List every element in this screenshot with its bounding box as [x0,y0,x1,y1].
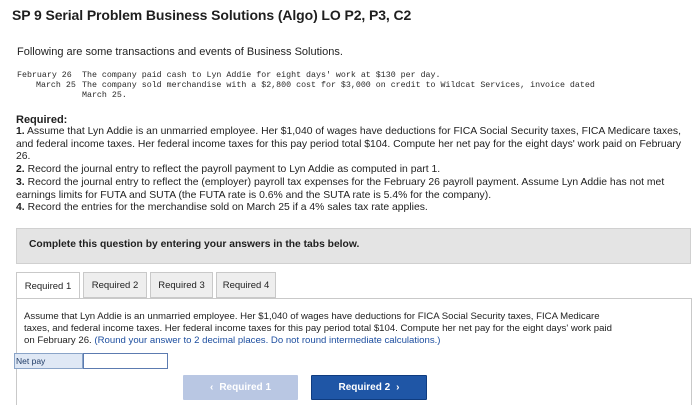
requirement-text: Record the journal entry to reflect the … [27,164,441,176]
question-text: Assume that Lyn Addie is an unmarried em… [24,311,624,347]
tab-required-3[interactable]: Required 3 [150,272,213,298]
tab-required-1[interactable]: Required 1 [16,272,80,299]
requirement-item: 3. Record the journal entry to reflect t… [16,177,692,202]
requirement-item: 4. Record the entries for the merchandis… [16,202,692,215]
rounding-note: (Round your answer to 2 decimal places. … [94,335,441,346]
transaction-text: March 25. [82,91,127,100]
previous-button-label: Required 1 [219,382,272,393]
net-pay-input[interactable] [83,353,168,369]
net-pay-label: Net pay [14,353,83,369]
previous-button[interactable]: ‹ Required 1 [183,375,298,400]
requirement-item: 1. Assume that Lyn Addie is an unmarried… [16,126,692,164]
required-heading: Required: [16,114,68,126]
tab-required-2[interactable]: Required 2 [83,272,147,298]
intro-text: Following are some transactions and even… [17,46,343,58]
next-button-label: Required 2 [338,382,391,393]
chevron-left-icon: ‹ [209,382,214,393]
next-button[interactable]: Required 2 › [311,375,427,400]
instructions-banner: Complete this question by entering your … [16,228,691,264]
page-title: SP 9 Serial Problem Business Solutions (… [12,7,412,23]
tab-required-4[interactable]: Required 4 [216,272,276,298]
requirement-text: Assume that Lyn Addie is an unmarried em… [16,126,682,163]
requirement-item: 2. Record the journal entry to reflect t… [16,164,692,177]
net-pay-row: Net pay [14,353,168,369]
requirement-number: 2. [16,164,25,176]
requirement-number: 3. [16,176,25,188]
requirement-text: Record the entries for the merchandise s… [27,202,428,214]
requirements-list: 1. Assume that Lyn Addie is an unmarried… [16,126,692,215]
requirement-number: 4. [16,202,25,214]
transaction-text: The company paid cash to Lyn Addie for e… [82,71,441,80]
transaction-date: March 25 [36,81,76,90]
instructions-text: Complete this question by entering your … [29,239,360,250]
requirement-text: Record the journal entry to reflect the … [16,176,665,201]
chevron-right-icon: › [396,382,400,393]
transaction-date: February 26 [17,71,72,80]
transaction-text: The company sold merchandise with a $2,8… [82,81,595,90]
requirement-number: 1. [16,126,25,137]
